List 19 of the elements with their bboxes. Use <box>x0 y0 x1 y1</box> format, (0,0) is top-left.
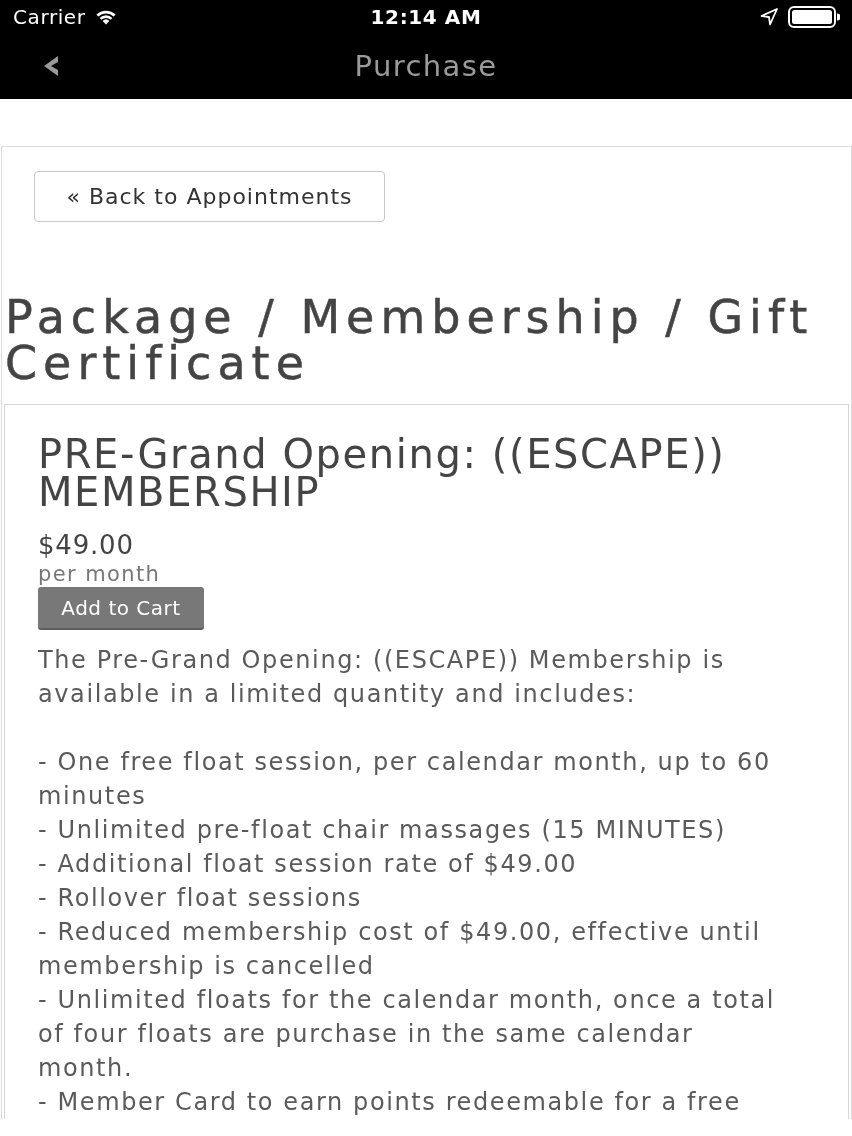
product-description: The Pre-Grand Opening: ((ESCAPE)) Membership is available in a limited quantity and includes: <box>38 645 726 710</box>
location-arrow-icon <box>760 7 778 26</box>
feature-item: - Member Card to earn points redeemable for a free <box>38 1087 742 1118</box>
billing-period: per month <box>38 561 162 587</box>
screen-title: Purchase <box>354 49 498 83</box>
clock-time: 12:14 AM <box>370 4 482 29</box>
product-price: $49.00 <box>38 529 135 561</box>
feature-item: - Additional float session rate of $49.00 <box>38 849 579 880</box>
product-title: PRE-Grand Opening: ((ESCAPE)) MEMBERSHIP <box>38 435 727 511</box>
feature-item: - Reduced membership cost of $49.00, effective until membership is cancelled <box>38 917 762 982</box>
feature-item: - Rollover float sessions <box>38 883 363 914</box>
feature-item: - Unlimited floats for the calendar month, once a total of four floats are purchase in the same calendar month. <box>38 985 777 1084</box>
add-to-cart-button[interactable]: Add to Cart <box>38 587 204 630</box>
carrier-label: Carrier <box>13 4 86 29</box>
battery-icon <box>788 5 840 28</box>
feature-item: - Unlimited pre-float chair massages (15 MINUTES) <box>38 815 727 846</box>
back-to-appointments-button[interactable]: « Back to Appointments <box>34 171 385 222</box>
page-heading: Package / Membership / Gift Certificate <box>5 294 815 392</box>
feature-item: - One free float session, per calendar month, up to 60 minutes <box>38 747 772 812</box>
